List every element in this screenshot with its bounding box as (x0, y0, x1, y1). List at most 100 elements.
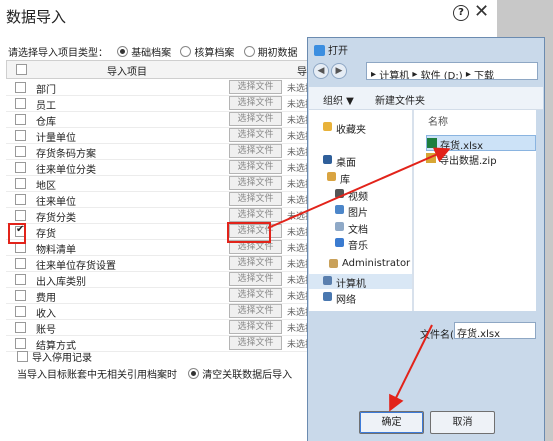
table-row: 往来单位 选择文件 未选择 (6, 191, 314, 208)
row-checkbox[interactable] (15, 274, 26, 285)
desktop-icon (323, 155, 332, 164)
choose-file-button[interactable]: 选择文件 (229, 208, 282, 222)
nav-item[interactable]: 库 (309, 170, 412, 186)
import-disabled-option[interactable]: 导入停用记录 (17, 349, 92, 364)
nav-item[interactable]: 桌面 (309, 153, 412, 169)
table-row: 计量单位 选择文件 未选择 (6, 127, 314, 144)
choose-file-button[interactable]: 选择文件 (229, 288, 282, 302)
table-row: 往来单位分类 选择文件 未选择 (6, 159, 314, 176)
close-icon[interactable]: ✕ (474, 1, 489, 22)
nav-item-label: 音乐 (348, 241, 368, 252)
clear-linked-option[interactable]: 清空关联数据后导入 (188, 368, 292, 381)
column-header-name[interactable]: 名称 (428, 113, 448, 128)
row-label: 往来单位 (36, 197, 76, 208)
file-item[interactable]: 存货.xlsx (426, 135, 536, 152)
nav-item-label: 视频 (348, 192, 368, 203)
row-checkbox[interactable] (15, 306, 26, 317)
footer-option: 当导入目标账套中无相关引用档案时 清空关联数据后导入 (17, 366, 292, 381)
nav-item[interactable]: 文档 (309, 220, 412, 236)
type-option-basic[interactable]: 基础档案 (117, 44, 171, 59)
row-checkbox[interactable] (15, 210, 26, 221)
toolbar: 组织 ▼ 新建文件夹 (309, 87, 543, 110)
import-type-label: 请选择导入项目类型： (8, 48, 108, 59)
breadcrumb-drive[interactable]: 软件 (D:) (421, 71, 463, 79)
row-label: 收入 (36, 309, 56, 320)
row-label: 往来单位分类 (36, 165, 96, 176)
row-checkbox[interactable] (15, 290, 26, 301)
picture-icon (335, 205, 344, 214)
table-row: 出入库类别 选择文件 未选择 (6, 271, 314, 288)
ok-button[interactable]: 确定 (359, 411, 424, 434)
choose-file-button[interactable]: 选择文件 (229, 176, 282, 190)
help-icon[interactable]: ? (453, 5, 469, 21)
select-all-checkbox[interactable] (16, 64, 27, 75)
choose-file-button[interactable]: 选择文件 (229, 128, 282, 142)
nav-item[interactable]: 图片 (309, 203, 412, 219)
radio-icon (243, 46, 255, 57)
table-row: 部门 选择文件 未选择 (6, 79, 314, 96)
row-checkbox[interactable] (15, 178, 26, 189)
row-checkbox[interactable] (15, 114, 26, 125)
row-checkbox[interactable] (15, 194, 26, 205)
type-option-opening[interactable]: 期初数据 (243, 44, 298, 59)
table-row: 账号 选择文件 未选择 (6, 319, 314, 336)
nav-item[interactable]: 收藏夹 (309, 120, 412, 136)
back-button[interactable]: ◀ (313, 63, 329, 79)
address-bar[interactable]: ▸ 计算机 ▸ 软件 (D:) ▸ 下载 (366, 62, 538, 80)
row-label: 地区 (36, 181, 56, 192)
footer-label: 当导入目标账套中无相关引用档案时 (17, 370, 177, 381)
filename-input[interactable]: 存货.xlsx (454, 322, 536, 340)
breadcrumb-computer[interactable]: 计算机 (379, 71, 409, 79)
choose-file-button[interactable]: 选择文件 (229, 112, 282, 126)
forward-button[interactable]: ▶ (331, 63, 347, 79)
row-checkbox[interactable] (15, 258, 26, 269)
row-checkbox[interactable] (15, 322, 26, 333)
user-icon (329, 259, 338, 268)
row-label: 计量单位 (36, 133, 76, 144)
choose-file-button[interactable]: 选择文件 (229, 96, 282, 110)
choose-file-button[interactable]: 选择文件 (229, 80, 282, 94)
zip-icon (426, 153, 436, 163)
nav-item-label: 桌面 (336, 158, 356, 169)
row-checkbox[interactable] (15, 338, 26, 349)
choose-file-button[interactable]: 选择文件 (229, 256, 282, 270)
row-checkbox[interactable] (15, 146, 26, 157)
row-checkbox[interactable] (15, 162, 26, 173)
choose-file-button[interactable]: 选择文件 (229, 320, 282, 334)
choose-file-button[interactable]: 选择文件 (229, 144, 282, 158)
nav-item[interactable]: 音乐 (309, 236, 412, 252)
choose-file-button[interactable]: 选择文件 (229, 272, 282, 286)
file-name: 导出数据.zip (439, 156, 497, 167)
nav-item-label: 网络 (336, 295, 356, 306)
annotation-checkbox-highlight (8, 223, 26, 244)
row-checkbox[interactable] (15, 130, 26, 141)
nav-item[interactable]: 计算机 (309, 274, 412, 290)
dialog-title: 数据导入 (6, 8, 67, 26)
nav-item[interactable]: Administrator (309, 257, 412, 272)
new-folder-button[interactable]: 新建文件夹 (375, 92, 425, 107)
type-option-accounting[interactable]: 核算档案 (180, 44, 234, 59)
library-icon (327, 172, 336, 181)
choose-file-button[interactable]: 选择文件 (229, 304, 282, 318)
navigation-pane: 收藏夹桌面库视频 图片 文档音乐 Administrator 计算机网络 (309, 110, 412, 311)
nav-item-label: 收藏夹 (336, 125, 366, 136)
excel-icon (427, 138, 437, 148)
nav-item[interactable]: 网络 (309, 290, 412, 306)
row-checkbox[interactable] (15, 98, 26, 109)
music-icon (335, 238, 344, 247)
table-row: 地区 选择文件 未选择 (6, 175, 314, 192)
row-label: 出入库类别 (36, 277, 86, 288)
row-label: 存货条码方案 (36, 149, 96, 160)
file-item[interactable]: 导出数据.zip (426, 151, 534, 167)
breadcrumb-download[interactable]: 下载 (474, 71, 494, 79)
choose-file-button[interactable]: 选择文件 (229, 192, 282, 206)
row-checkbox[interactable] (15, 82, 26, 93)
choose-file-button[interactable]: 选择文件 (229, 336, 282, 350)
import-type-selector: 请选择导入项目类型： 基础档案 核算档案 期初数据 (8, 44, 298, 59)
cancel-button[interactable]: 取消 (430, 411, 495, 434)
organize-menu[interactable]: 组织 ▼ (323, 92, 354, 107)
choose-file-button[interactable]: 选择文件 (229, 160, 282, 174)
nav-item[interactable]: 视频 (309, 187, 412, 203)
document-icon (335, 222, 344, 231)
open-file-dialog: 打开 ◀ ▶ ▸ 计算机 ▸ 软件 (D:) ▸ 下载 组织 ▼ 新建文件夹 收藏… (308, 38, 544, 441)
